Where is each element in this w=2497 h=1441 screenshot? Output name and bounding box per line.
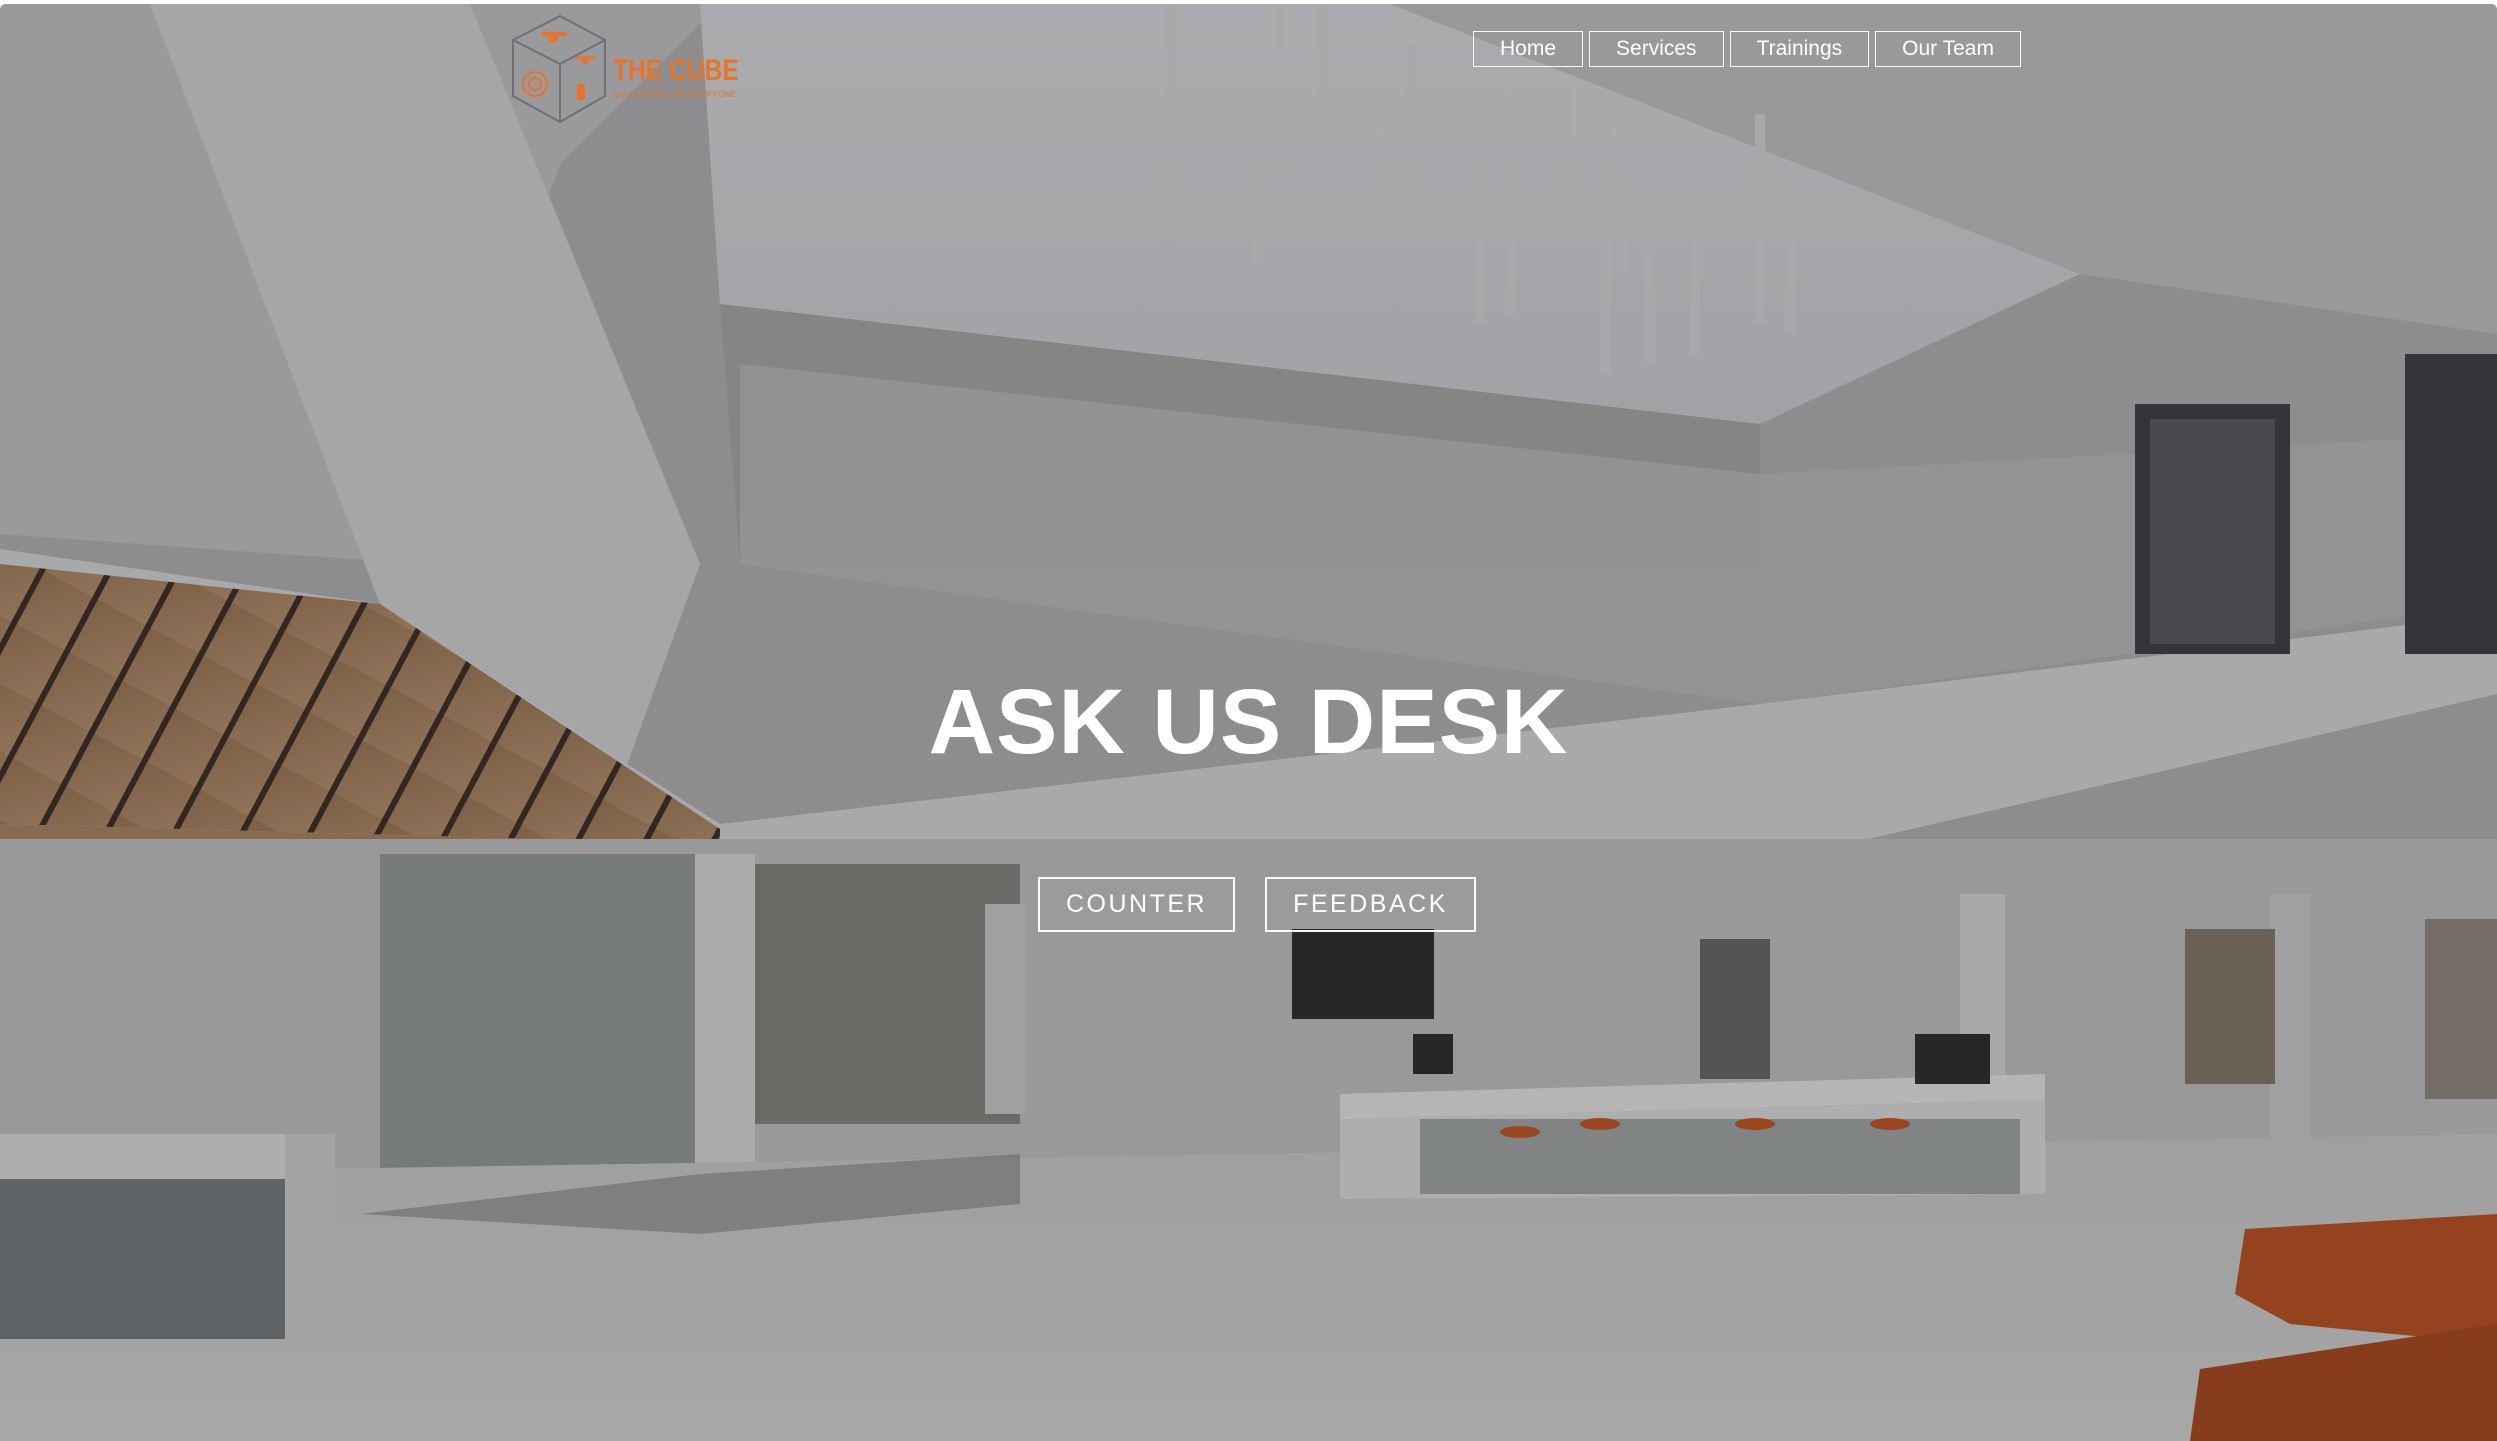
site-logo[interactable]: THE CUBE INNOVATION FOR EVERYONE [505, 12, 739, 130]
hero-title-text: ASK US DESK [928, 671, 1569, 773]
logo-title: THE CUBE [613, 54, 739, 87]
nav-trainings[interactable]: Trainings [1729, 31, 1870, 67]
hero-section: THE CUBE INNOVATION FOR EVERYONE Home Se… [0, 4, 2497, 1441]
main-nav: Home Services Trainings Our Team [1473, 31, 2021, 67]
cube-logo-icon [512, 14, 606, 124]
hero-buttons: COUNTER FEEDBACK [1038, 877, 1476, 932]
nav-home[interactable]: Home [1473, 31, 1584, 67]
feedback-button[interactable]: FEEDBACK [1265, 877, 1476, 932]
logo-tagline: INNOVATION FOR EVERYONE [615, 90, 737, 99]
counter-button[interactable]: COUNTER [1038, 877, 1236, 932]
page: THE CUBE INNOVATION FOR EVERYONE Home Se… [0, 0, 2497, 1441]
nav-services[interactable]: Services [1589, 31, 1724, 67]
nav-our-team[interactable]: Our Team [1875, 31, 2021, 67]
hero-title: ASK US DESK [0, 676, 2497, 768]
